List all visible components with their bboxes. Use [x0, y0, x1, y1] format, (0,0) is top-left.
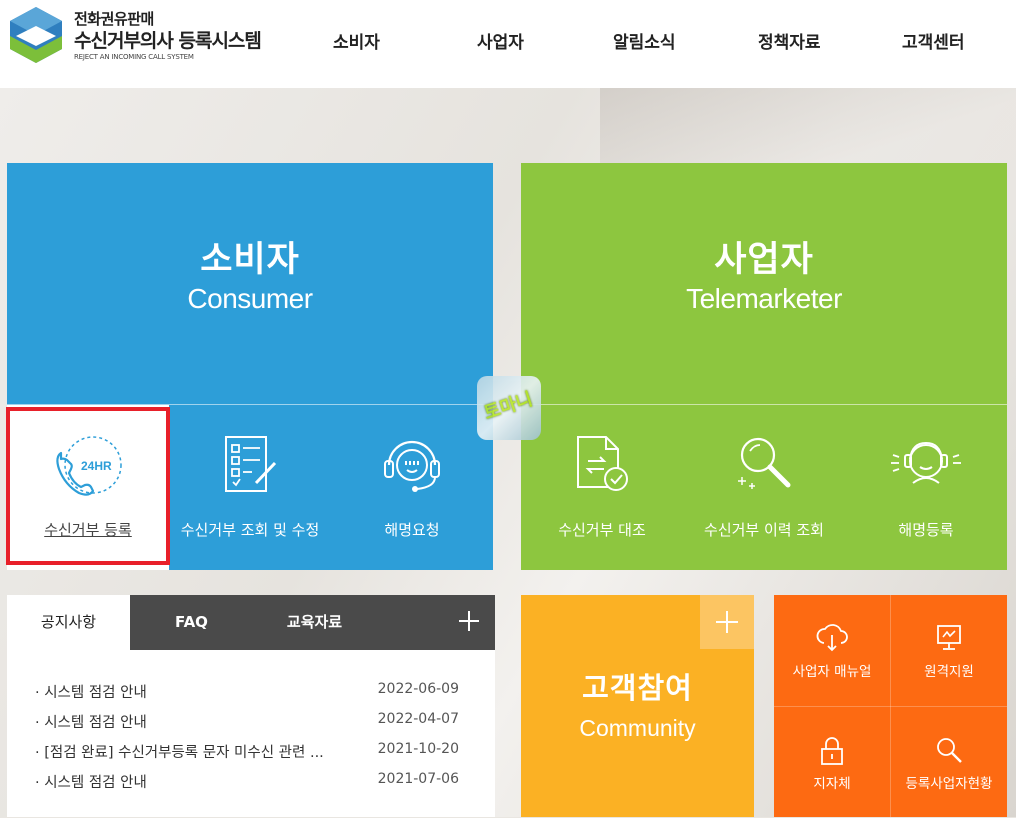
compare-rejection-label: 수신거부 대조: [558, 521, 646, 539]
remote-support-button[interactable]: 원격지원: [891, 595, 1007, 706]
notice-date: 2022-06-09: [377, 681, 459, 697]
registered-business-status-button[interactable]: 등록사업자현황: [891, 707, 1007, 818]
explanation-request-label: 해명요청: [384, 521, 440, 539]
header: 전화권유판매 수신거부의사 등록시스템 REJECT AN INCOMING C…: [0, 0, 1016, 88]
document-compare-icon: [577, 436, 628, 491]
list-item[interactable]: · [점검 완료] 수신거부등록 문자 미수신 관련 ... 2021-10-2…: [35, 737, 465, 767]
watermark-text: 토마니: [481, 388, 536, 425]
operator-icon: [891, 441, 961, 484]
quick-links: 사업자 매뉴얼 원격지원 지자체 등록사업자현황: [774, 595, 1007, 817]
telemarketer-title: 사업자: [714, 240, 814, 280]
cloud-download-icon: [816, 624, 848, 652]
more-plus-icon[interactable]: [457, 609, 481, 633]
notice-title: · 시스템 점검 안내: [35, 715, 147, 731]
highlight-box: [6, 407, 170, 565]
notice-title: · 시스템 점검 안내: [35, 775, 147, 791]
nav-policy[interactable]: 정책자료: [758, 28, 821, 53]
watermark-badge: 토마니: [477, 376, 541, 440]
tab-education[interactable]: 교육자료: [253, 595, 376, 650]
main-nav: 소비자 사업자 알림소식 정책자료 고객센터: [0, 28, 1016, 53]
explanation-request-button[interactable]: 해명요청: [331, 405, 493, 570]
remote-support-label: 원격지원: [924, 664, 974, 680]
registered-business-status-label: 등록사업자현황: [905, 776, 993, 792]
nav-news[interactable]: 알림소식: [613, 28, 676, 53]
notice-title: · 시스템 점검 안내: [35, 685, 147, 701]
nav-customer-center[interactable]: 고객센터: [902, 28, 965, 53]
notice-title: · [점검 완료] 수신거부등록 문자 미수신 관련 ...: [35, 745, 324, 761]
notice-list: · 시스템 점검 안내 2022-06-09 · 시스템 점검 안내 2022-…: [35, 677, 465, 797]
local-government-label: 지자체: [813, 776, 851, 792]
community-plus-icon[interactable]: [700, 595, 754, 649]
list-item[interactable]: · 시스템 점검 안내 2022-04-07: [35, 707, 465, 737]
tab-faq[interactable]: FAQ: [130, 595, 253, 650]
community-panel[interactable]: 고객참여 Community: [521, 595, 754, 817]
business-manual-button[interactable]: 사업자 매뉴얼: [774, 595, 890, 706]
notice-date: 2022-04-07: [377, 711, 459, 727]
consumer-title: 소비자: [200, 240, 300, 280]
local-government-button[interactable]: 지자체: [774, 707, 890, 818]
telemarketer-subtitle: Telemarketer: [686, 283, 842, 314]
logo-subtitle: REJECT AN INCOMING CALL SYSTEM: [74, 53, 194, 61]
business-manual-label: 사업자 매뉴얼: [792, 664, 872, 680]
magnifier-icon: [738, 437, 791, 489]
community-subtitle: Community: [579, 715, 696, 741]
tab-notice[interactable]: 공지사항: [7, 595, 130, 650]
check-modify-rejection-label: 수신거부 조회 및 수정: [180, 521, 320, 539]
telemarketer-panel[interactable]: 사업자 Telemarketer 수신거부 대조 수신거부 이력 조회 해명등록: [521, 163, 1007, 570]
nav-consumer[interactable]: 소비자: [333, 28, 380, 53]
list-item[interactable]: · 시스템 점검 안내 2021-07-06: [35, 767, 465, 797]
search-icon: [937, 738, 962, 763]
explanation-register-button[interactable]: 해명등록: [845, 405, 1007, 570]
check-modify-rejection-button[interactable]: 수신거부 조회 및 수정: [169, 405, 331, 570]
consumer-subtitle: Consumer: [187, 283, 313, 314]
notice-box: 공지사항 FAQ 교육자료 · 시스템 점검 안내 2022-06-09 · 시…: [7, 595, 495, 817]
notice-date: 2021-07-06: [377, 771, 459, 787]
rejection-history-label: 수신거부 이력 조회: [704, 521, 824, 539]
monitor-icon: [937, 625, 961, 650]
notice-date: 2021-10-20: [377, 741, 459, 757]
checklist-icon: [225, 436, 277, 492]
list-item[interactable]: · 시스템 점검 안내 2022-06-09: [35, 677, 465, 707]
headset-icon: [384, 440, 440, 492]
lock-icon: [821, 737, 843, 765]
nav-business[interactable]: 사업자: [477, 28, 524, 53]
notice-tabs: 공지사항 FAQ 교육자료: [7, 595, 495, 650]
explanation-register-label: 해명등록: [898, 521, 954, 539]
community-title: 고객참여: [582, 671, 693, 705]
compare-rejection-button[interactable]: 수신거부 대조: [521, 405, 683, 570]
rejection-history-button[interactable]: 수신거부 이력 조회: [683, 405, 845, 570]
